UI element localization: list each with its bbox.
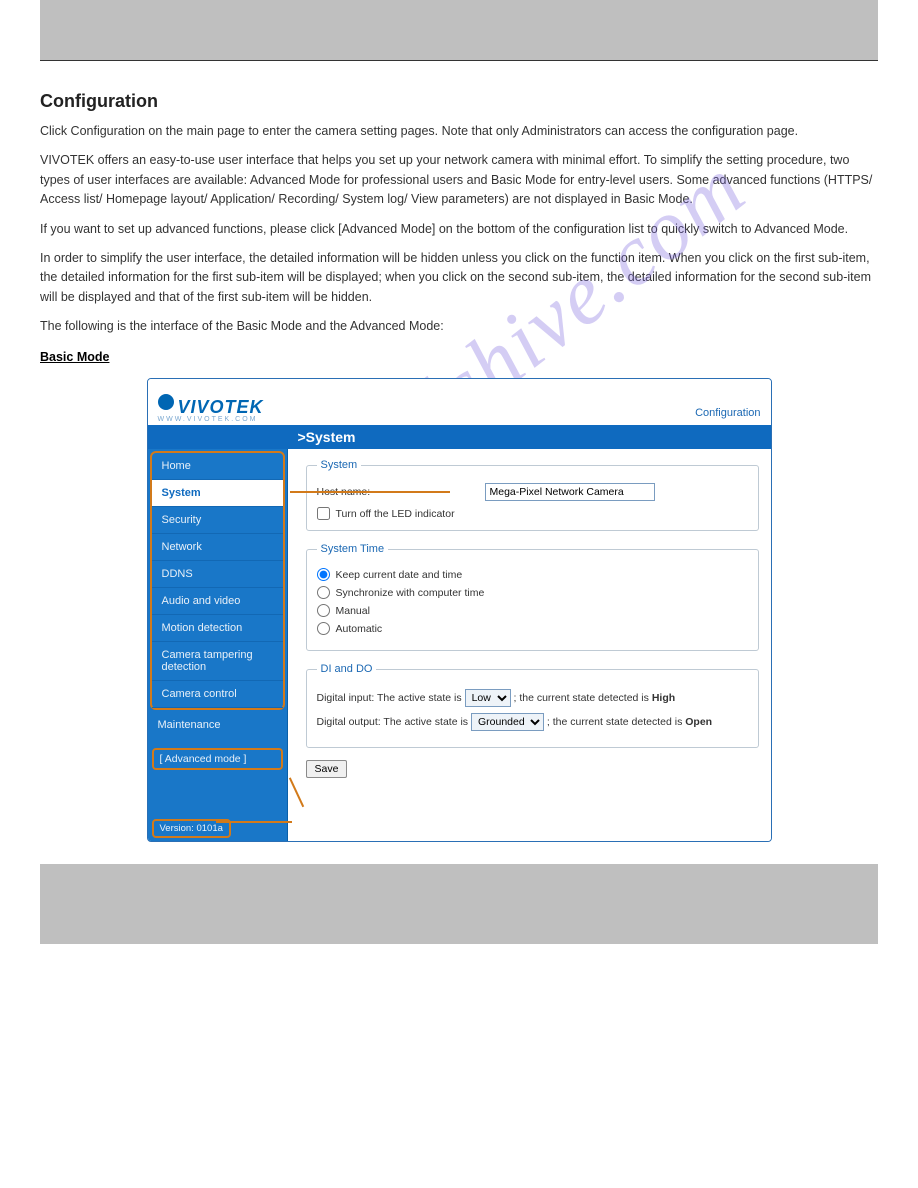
- led-checkbox[interactable]: [317, 507, 330, 520]
- nav-tampering[interactable]: Camera tampering detection: [152, 642, 283, 681]
- brand-subtext: WWW.VIVOTEK.COM: [158, 416, 264, 423]
- nav-ddns[interactable]: DDNS: [152, 561, 283, 588]
- logo-icon: [158, 394, 174, 410]
- nav-motion[interactable]: Motion detection: [152, 615, 283, 642]
- radio-sync[interactable]: [317, 586, 330, 599]
- radio-auto-label: Automatic: [336, 623, 383, 635]
- modes-text: VIVOTEK offers an easy-to-use user inter…: [40, 151, 878, 209]
- advanced-mode-toggle[interactable]: [ Advanced mode ]: [152, 748, 283, 770]
- brand-text: VIVOTEK: [178, 397, 264, 418]
- nav-maintenance[interactable]: Maintenance: [148, 712, 287, 738]
- time-fieldset: System Time Keep current date and time S…: [306, 543, 759, 651]
- content-panel: System Host name: Turn off the LED indic…: [288, 449, 771, 841]
- do-state: Open: [685, 716, 712, 728]
- radio-sync-label: Synchronize with computer time: [336, 587, 485, 599]
- system-legend: System: [317, 459, 362, 471]
- do-pre: Digital output: The active state is: [317, 716, 469, 728]
- host-name-label: Host name:: [317, 486, 477, 498]
- di-state: High: [652, 692, 675, 704]
- di-post: ; the current state detected is: [513, 692, 648, 704]
- page-title: Configuration: [40, 91, 878, 112]
- dio-legend: DI and DO: [317, 663, 377, 675]
- nav-security[interactable]: Security: [152, 507, 283, 534]
- save-button[interactable]: Save: [306, 760, 348, 778]
- radio-manual-label: Manual: [336, 605, 370, 617]
- nav-group-highlight: Home System Security Network DDNS Audio …: [150, 451, 285, 710]
- radio-keep[interactable]: [317, 568, 330, 581]
- radio-keep-label: Keep current date and time: [336, 569, 463, 581]
- time-legend: System Time: [317, 543, 389, 555]
- intro-text: Click Configuration on the main page to …: [40, 122, 878, 141]
- remember-text: In order to simplify the user interface,…: [40, 249, 878, 307]
- configuration-link[interactable]: Configuration: [695, 407, 760, 423]
- nav-network[interactable]: Network: [152, 534, 283, 561]
- firmware-version: Version: 0101a: [152, 819, 231, 838]
- radio-manual[interactable]: [317, 604, 330, 617]
- sidebar: Home System Security Network DDNS Audio …: [148, 449, 288, 841]
- led-label: Turn off the LED indicator: [336, 508, 455, 520]
- nav-home[interactable]: Home: [152, 453, 283, 480]
- following-text: The following is the interface of the Ba…: [40, 317, 878, 336]
- nav-audio-video[interactable]: Audio and video: [152, 588, 283, 615]
- config-screenshot: VIVOTEK WWW.VIVOTEK.COM Configuration >S…: [147, 378, 772, 842]
- di-pre: Digital input: The active state is: [317, 692, 462, 704]
- brand-logo: VIVOTEK: [158, 397, 264, 418]
- host-name-input[interactable]: [485, 483, 655, 501]
- page-header-bar: [40, 0, 878, 60]
- do-post: ; the current state detected is: [547, 716, 682, 728]
- system-fieldset: System Host name: Turn off the LED indic…: [306, 459, 759, 531]
- nav-system[interactable]: System: [152, 480, 283, 507]
- switch-text: If you want to set up advanced functions…: [40, 220, 878, 239]
- header-rule: [40, 60, 878, 61]
- dio-fieldset: DI and DO Digital input: The active stat…: [306, 663, 759, 748]
- radio-auto[interactable]: [317, 622, 330, 635]
- do-select[interactable]: Grounded: [471, 713, 544, 731]
- basic-mode-heading: Basic Mode: [40, 350, 878, 364]
- nav-camera-control[interactable]: Camera control: [152, 681, 283, 708]
- page-footer-bar: [40, 864, 878, 944]
- di-select[interactable]: Low: [465, 689, 511, 707]
- section-title-bar: >System: [148, 425, 771, 449]
